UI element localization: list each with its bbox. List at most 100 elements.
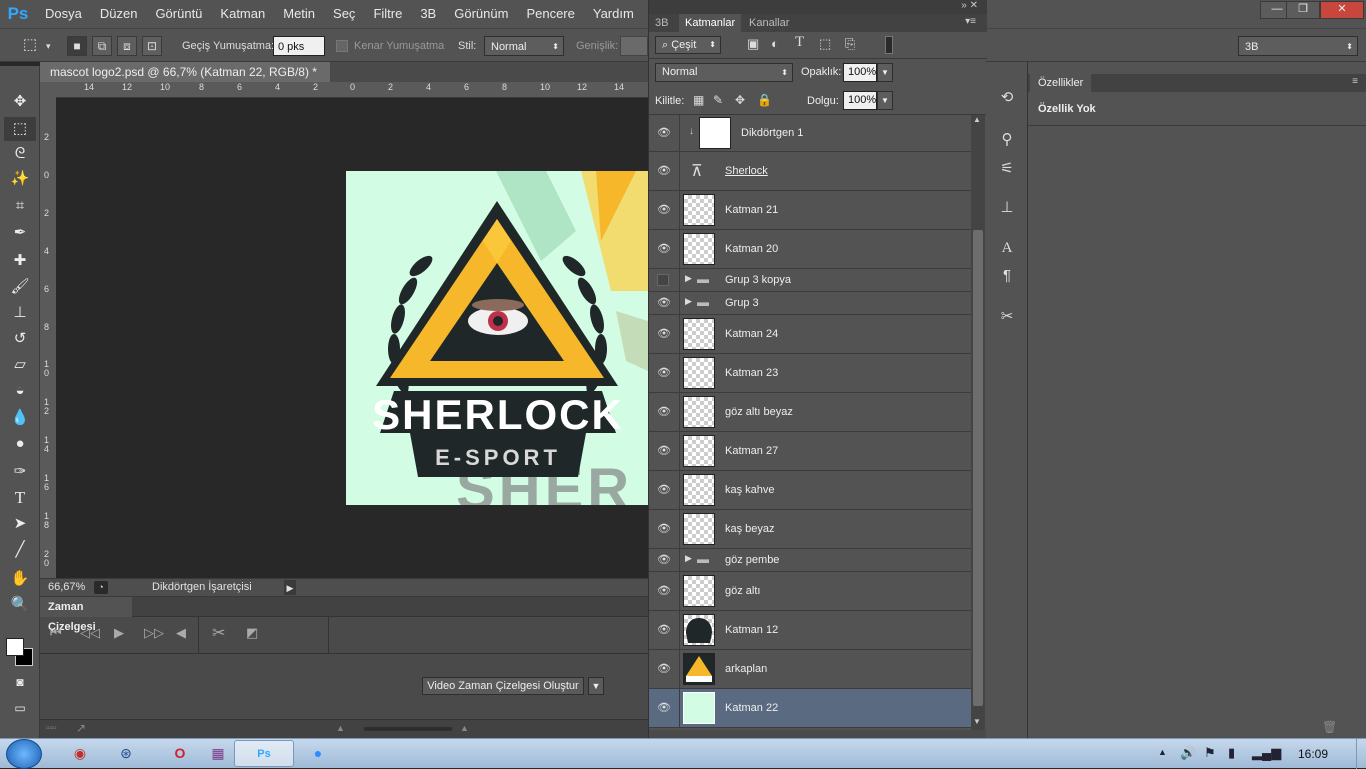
eye-icon[interactable]: 👁 <box>654 327 674 340</box>
layer-row[interactable]: 👁 Katman 27 <box>649 432 971 471</box>
feather-input[interactable]: 0 pks <box>273 36 325 56</box>
blur-tool-icon[interactable]: 💧 <box>4 406 36 430</box>
tab-3d[interactable]: 3B <box>649 14 674 32</box>
taskbar-app-icon[interactable]: ⊛ <box>96 740 156 767</box>
layer-row[interactable]: 👁 Katman 24 <box>649 315 971 354</box>
layer-row[interactable]: 👁 ⊼ Sherlock <box>649 152 971 191</box>
show-desktop-button[interactable] <box>1356 739 1366 769</box>
close-button[interactable]: ✕ <box>1320 1 1364 19</box>
layer-row[interactable]: 👁 ↓ Dikdörtgen 1 <box>649 115 971 152</box>
blend-mode-select[interactable]: Normal ⬍ <box>655 63 793 82</box>
panel-menu-icon[interactable]: ▾≡ <box>965 16 976 27</box>
show-hidden-icons-icon[interactable]: ▲ <box>1158 747 1167 757</box>
paragraph-panel-icon[interactable]: ¶ <box>994 264 1020 288</box>
eye-icon[interactable]: 👁 <box>654 662 674 675</box>
subtract-selection-icon[interactable]: ⧈ <box>117 36 137 56</box>
eye-icon[interactable]: 👁 <box>654 203 674 216</box>
hand-tool-icon[interactable]: ✋ <box>4 567 36 591</box>
history-panel-icon[interactable]: ⟲ <box>994 86 1020 110</box>
layer-row[interactable]: 👁 Katman 20 <box>649 230 971 269</box>
menu-layer[interactable]: Katman <box>211 0 274 28</box>
width-input[interactable] <box>620 36 648 56</box>
layer-row-selected[interactable]: 👁 Katman 22 <box>649 689 971 728</box>
eye-icon[interactable]: 👁 <box>654 405 674 418</box>
screen-mode-icon[interactable]: ▭ <box>4 696 36 720</box>
eye-icon[interactable]: 👁 <box>654 522 674 535</box>
transition-icon[interactable]: ◩ <box>246 625 258 641</box>
menu-window[interactable]: Pencere <box>517 0 583 28</box>
document-workspace[interactable]: SHER SHERLOCK E-SPORT <box>56 98 648 578</box>
lock-transparent-icon[interactable]: ▦ <box>693 93 704 107</box>
play-icon[interactable]: ▶ <box>114 625 124 641</box>
eye-icon[interactable]: 👁 <box>654 553 674 566</box>
filter-smart-object-icon[interactable]: ⎘ <box>845 36 855 52</box>
menu-edit[interactable]: Düzen <box>91 0 147 28</box>
volume-icon[interactable]: 🔊 <box>1180 745 1196 761</box>
status-menu-arrow-icon[interactable]: ▶ <box>284 580 296 595</box>
layer-row[interactable]: 👁 kaş beyaz <box>649 510 971 549</box>
visibility-box-hidden[interactable] <box>657 274 669 286</box>
eraser-tool-icon[interactable]: ▱ <box>4 353 36 377</box>
tool-presets-icon[interactable]: ✂ <box>994 305 1020 329</box>
document-tab[interactable]: mascot logo2.psd @ 66,7% (Katman 22, RGB… <box>40 62 330 99</box>
eye-icon[interactable]: 👁 <box>654 366 674 379</box>
magic-wand-tool-icon[interactable]: ✨ <box>4 167 36 191</box>
crop-tool-icon[interactable]: ⌗ <box>4 194 36 218</box>
eye-icon[interactable]: 👁 <box>654 584 674 597</box>
convert-animation-icon[interactable]: ↗ <box>76 721 86 735</box>
timeline-zoom-slider[interactable] <box>364 727 452 731</box>
expand-arrow-icon[interactable]: ▶ <box>685 553 692 564</box>
expand-arrow-icon[interactable]: ▶ <box>685 296 692 307</box>
zoom-in-timeline-icon[interactable]: ▲ <box>460 723 469 733</box>
taskbar-clock[interactable]: 16:09 <box>1298 747 1328 761</box>
clone-source-icon[interactable]: ⊥ <box>994 196 1020 220</box>
chevron-down-icon[interactable]: ▼ <box>877 91 893 110</box>
status-info-icon[interactable]: ◔ <box>94 581 108 594</box>
zoom-app-icon[interactable]: ● <box>288 740 348 767</box>
first-frame-icon[interactable]: ⏮ <box>50 625 62 641</box>
lock-all-icon[interactable]: 🔒 <box>757 93 772 107</box>
collapse-panel-icon[interactable]: » ✕ <box>961 0 978 11</box>
eye-icon[interactable]: 👁 <box>654 164 674 177</box>
character-panel-icon[interactable]: A <box>994 236 1020 260</box>
battery-icon[interactable]: ▮ <box>1228 745 1235 761</box>
eye-icon[interactable]: 👁 <box>654 701 674 714</box>
layer-group-row[interactable]: 👁 ▶ ▬ Grup 3 <box>649 292 971 315</box>
paint-bucket-tool-icon[interactable]: ◒ <box>4 379 36 403</box>
add-selection-icon[interactable]: ⧉ <box>92 36 112 56</box>
eyedropper-tool-icon[interactable]: ✒ <box>4 221 36 245</box>
menu-select[interactable]: Seç <box>324 0 364 28</box>
new-selection-icon[interactable]: ■ <box>67 36 87 56</box>
timeline-tab[interactable]: Zaman Çizelgesi <box>40 597 132 633</box>
chevron-down-icon[interactable]: ▾ <box>46 36 51 56</box>
scroll-up-icon[interactable]: ▲ <box>973 115 981 124</box>
adjustments-icon[interactable]: ⚟ <box>994 157 1020 181</box>
dodge-tool-icon[interactable]: ● <box>4 432 36 456</box>
eye-icon[interactable]: 👁 <box>654 126 674 139</box>
fill-input[interactable]: 100% <box>843 91 877 110</box>
eye-icon[interactable]: 👁 <box>654 242 674 255</box>
eye-icon[interactable]: 👁 <box>654 296 674 309</box>
pen-tool-icon[interactable]: ✑ <box>4 460 36 484</box>
lock-position-icon[interactable]: ✥ <box>735 93 745 107</box>
marquee-preset-icon[interactable]: ⬚ <box>20 36 40 56</box>
lasso-tool-icon[interactable]: ᘓ <box>4 142 36 166</box>
render-frames-icon[interactable]: ▫▫▫ <box>46 723 57 734</box>
audio-icon[interactable]: ◀ <box>176 625 186 641</box>
filter-pixel-icon[interactable]: ▣ <box>747 36 759 52</box>
action-center-flag-icon[interactable]: ⚑ <box>1204 745 1216 761</box>
layers-scrollbar[interactable]: ▲ ▼ <box>971 115 985 730</box>
layer-row[interactable]: 👁 Katman 23 <box>649 354 971 393</box>
network-icon[interactable]: ▂▄▆ <box>1252 745 1281 761</box>
move-tool-icon[interactable]: ✥ <box>4 90 36 114</box>
scroll-down-icon[interactable]: ▼ <box>973 717 981 726</box>
eye-icon[interactable]: 👁 <box>654 623 674 636</box>
prev-frame-icon[interactable]: ◁◁ <box>80 625 100 641</box>
antialias-checkbox[interactable] <box>336 40 348 52</box>
filter-type-icon[interactable]: T <box>795 34 804 51</box>
split-scissors-icon[interactable]: ✂ <box>212 623 225 643</box>
layer-filter-select[interactable]: ⌕ Çeşit ⬍ <box>655 36 721 54</box>
restore-button[interactable]: ❐ <box>1286 1 1320 19</box>
history-brush-tool-icon[interactable]: ↺ <box>4 327 36 351</box>
zoom-out-timeline-icon[interactable]: ▲ <box>336 723 345 733</box>
